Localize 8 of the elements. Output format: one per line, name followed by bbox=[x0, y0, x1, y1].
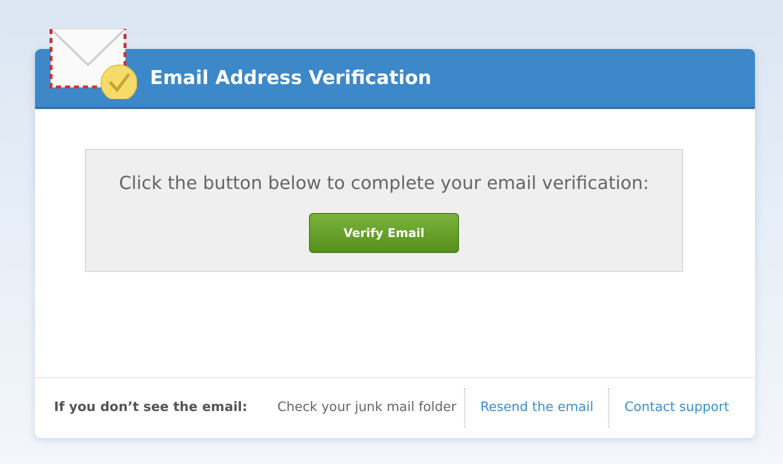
envelope-check-icon bbox=[49, 27, 137, 99]
prompt-message: Click the button below to complete your email verification: bbox=[118, 172, 649, 196]
footer-link[interactable]: Contact support bbox=[624, 398, 730, 418]
footer-hint: Check your junk mail folder bbox=[277, 399, 456, 418]
header-title: Email Address Verification bbox=[150, 66, 432, 91]
footer-link[interactable]: Resend the email bbox=[480, 398, 594, 418]
footer-label: If you don’t see the email: bbox=[54, 399, 248, 418]
verify-email-button[interactable]: Verify Email bbox=[309, 213, 459, 253]
